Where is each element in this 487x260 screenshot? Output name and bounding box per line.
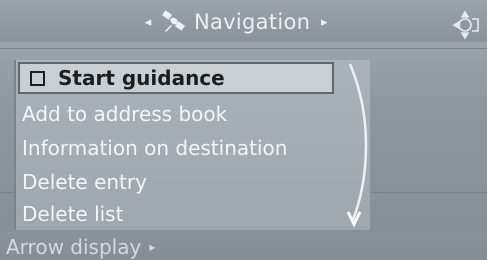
arrow-display-item[interactable]: Arrow display ▸: [6, 235, 155, 259]
scroll-curve: [348, 63, 368, 223]
navigation-screen: ◂ Navigation ▸ Start guidance Add to add…: [0, 0, 487, 260]
expand-arrow-icon: ▸: [149, 240, 156, 254]
controller-icon: [450, 10, 480, 40]
scroll-indicator[interactable]: [346, 62, 372, 228]
menu-item-information-on-destination[interactable]: Information on destination: [22, 132, 287, 164]
menu-item-label: Delete entry: [22, 170, 147, 194]
menu-item-delete-list[interactable]: Delete list: [22, 198, 123, 230]
checkbox-icon[interactable]: [30, 70, 45, 86]
title-group: ◂ Navigation ▸: [140, 6, 332, 38]
menu-item-label: Start guidance: [58, 66, 225, 90]
options-menu: Start guidance Add to address book Infor…: [14, 60, 370, 230]
divider: [0, 48, 487, 49]
menu-item-start-guidance[interactable]: Start guidance: [18, 62, 334, 94]
menu-item-add-to-address-book[interactable]: Add to address book: [22, 98, 227, 130]
next-arrow-icon[interactable]: ▸: [316, 15, 332, 30]
bottom-bar: Arrow display ▸: [0, 232, 487, 260]
menu-item-label: Delete list: [22, 202, 124, 226]
arrow-display-label: Arrow display: [6, 235, 142, 259]
menu-item-label: Information on destination: [22, 136, 288, 160]
title-bar: ◂ Navigation ▸: [0, 0, 487, 42]
satellite-icon: [160, 9, 188, 35]
menu-item-delete-entry[interactable]: Delete entry: [22, 166, 147, 198]
menu-item-label: Add to address book: [22, 102, 228, 126]
page-title: Navigation: [194, 10, 311, 34]
previous-arrow-icon[interactable]: ◂: [140, 15, 156, 30]
